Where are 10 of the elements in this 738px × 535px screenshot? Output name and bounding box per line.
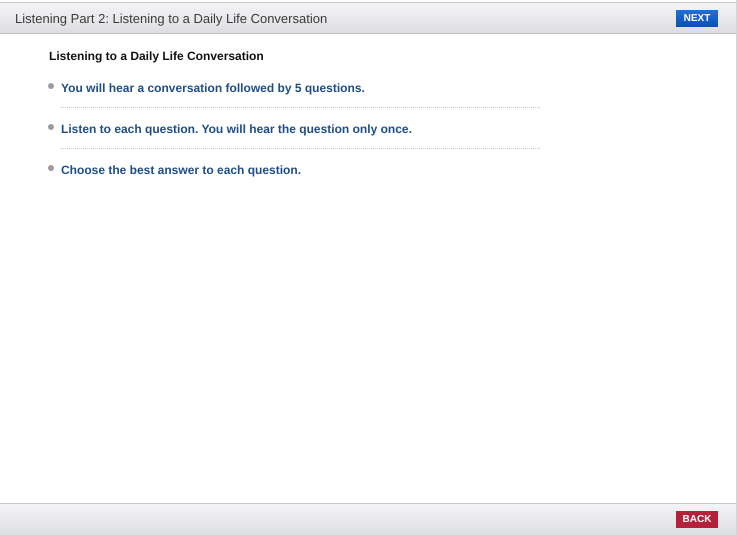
back-button[interactable]: BACK	[676, 511, 718, 528]
instruction-text: You will hear a conversation followed by 5 questions.	[61, 81, 365, 95]
bullet-icon	[48, 83, 54, 89]
instruction-text: Choose the best answer to each question.	[61, 163, 302, 177]
bullet-icon	[48, 165, 54, 171]
window-title: Listening Part 2: Listening to a Daily Life Conversation	[15, 10, 328, 26]
section-heading: Listening to a Daily Life Conversation	[49, 49, 265, 63]
bullet-icon	[48, 124, 54, 130]
instruction-text: Listen to each question. You will hear the question only once.	[61, 122, 412, 136]
next-button[interactable]: NEXT	[676, 10, 718, 26]
